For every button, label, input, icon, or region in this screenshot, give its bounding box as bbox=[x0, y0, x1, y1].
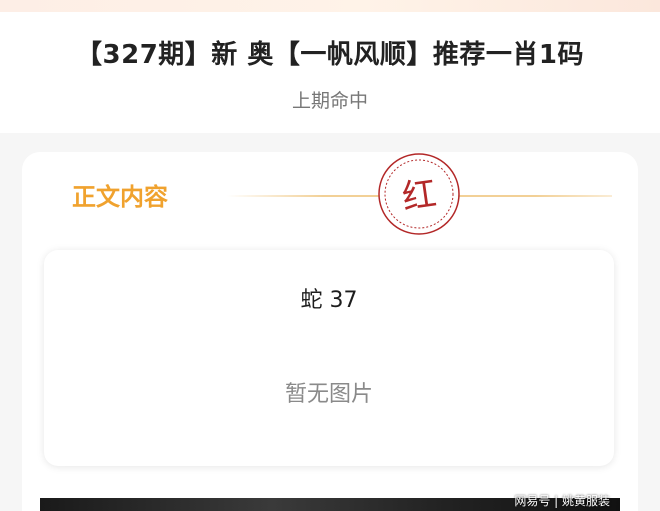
no-image-placeholder: 暂无图片 bbox=[284, 382, 373, 407]
seal-character: 红 bbox=[400, 174, 439, 218]
red-seal-icon: 红 bbox=[377, 152, 461, 236]
top-gradient-strip bbox=[0, 0, 660, 12]
section-title: 正文内容 bbox=[72, 183, 168, 211]
prediction-text: 蛇 37 bbox=[300, 288, 358, 313]
content-card: 正文内容 红 蛇 37 暂无图片 bbox=[22, 152, 638, 511]
article-subtitle: 上期命中 bbox=[291, 90, 368, 112]
prediction-box: 蛇 37 暂无图片 bbox=[44, 250, 614, 466]
article-image[interactable]: 网易号 | 姚黄服装 bbox=[40, 494, 620, 511]
article-header: 【327期】新 奥【一帆风顺】推荐一肖1码 上期命中 bbox=[0, 12, 660, 133]
watermark-text: 网易号 | 姚黄服装 bbox=[514, 494, 610, 508]
article-title: 【327期】新 奥【一帆风顺】推荐一肖1码 bbox=[76, 40, 584, 70]
page: 【327期】新 奥【一帆风顺】推荐一肖1码 上期命中 正文内容 红 蛇 37 暂… bbox=[0, 0, 660, 511]
